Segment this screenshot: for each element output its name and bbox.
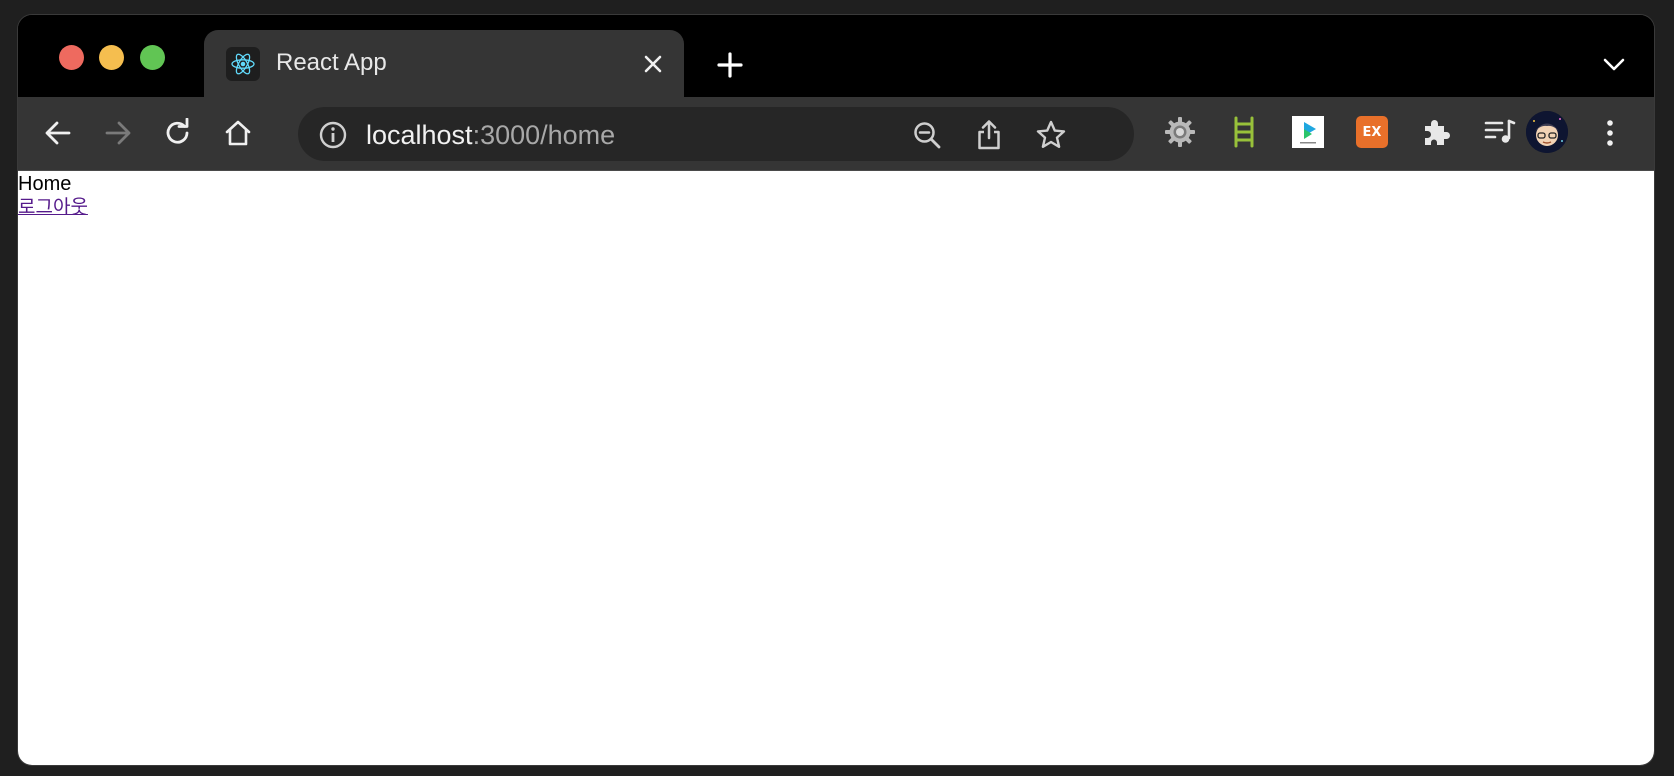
new-tab-plus-icon[interactable] — [712, 47, 748, 83]
page-viewport: Home 로그아웃 — [18, 171, 1654, 765]
url-host: localhost — [366, 120, 473, 150]
browser-window: React App localhost:3000/home EX Home 로그… — [18, 15, 1654, 765]
address-bar[interactable]: localhost:3000/home — [298, 107, 1134, 161]
page-title: Home — [18, 173, 72, 195]
maximize-window-button[interactable] — [140, 45, 165, 70]
url-text: localhost:3000/home — [366, 119, 615, 151]
profile-avatar[interactable] — [1526, 111, 1568, 153]
tab-strip: React App — [18, 15, 1654, 97]
reload-icon[interactable] — [158, 113, 198, 153]
tab-search-chevron-down-icon[interactable] — [1598, 49, 1630, 81]
home-icon[interactable] — [218, 113, 258, 153]
close-window-button[interactable] — [59, 45, 84, 70]
forward-arrow-icon[interactable] — [98, 113, 138, 153]
puzzle-icon[interactable] — [1418, 114, 1454, 150]
minimize-window-button[interactable] — [99, 45, 124, 70]
gear-extension-icon[interactable] — [1162, 114, 1198, 150]
papago-extension-icon[interactable] — [1290, 114, 1326, 150]
logout-link[interactable]: 로그아웃 — [18, 196, 88, 219]
tab-close-icon[interactable] — [638, 49, 668, 79]
media-queue-icon[interactable] — [1482, 114, 1518, 150]
site-info-icon[interactable] — [318, 120, 348, 150]
share-icon[interactable] — [972, 118, 1006, 152]
ex-extension-icon[interactable]: EX — [1354, 114, 1390, 150]
ladder-extension-icon[interactable] — [1226, 114, 1262, 150]
back-arrow-icon[interactable] — [38, 113, 78, 153]
react-icon — [226, 47, 260, 81]
star-icon[interactable] — [1034, 118, 1068, 152]
kebab-menu-icon[interactable] — [1590, 113, 1630, 153]
tab-react-app[interactable]: React App — [204, 30, 684, 97]
zoom-out-icon[interactable] — [910, 118, 944, 152]
url-path: :3000/home — [472, 120, 616, 150]
tab-title: React App — [276, 49, 387, 76]
ex-badge: EX — [1356, 116, 1388, 148]
browser-toolbar: localhost:3000/home EX — [18, 97, 1654, 171]
